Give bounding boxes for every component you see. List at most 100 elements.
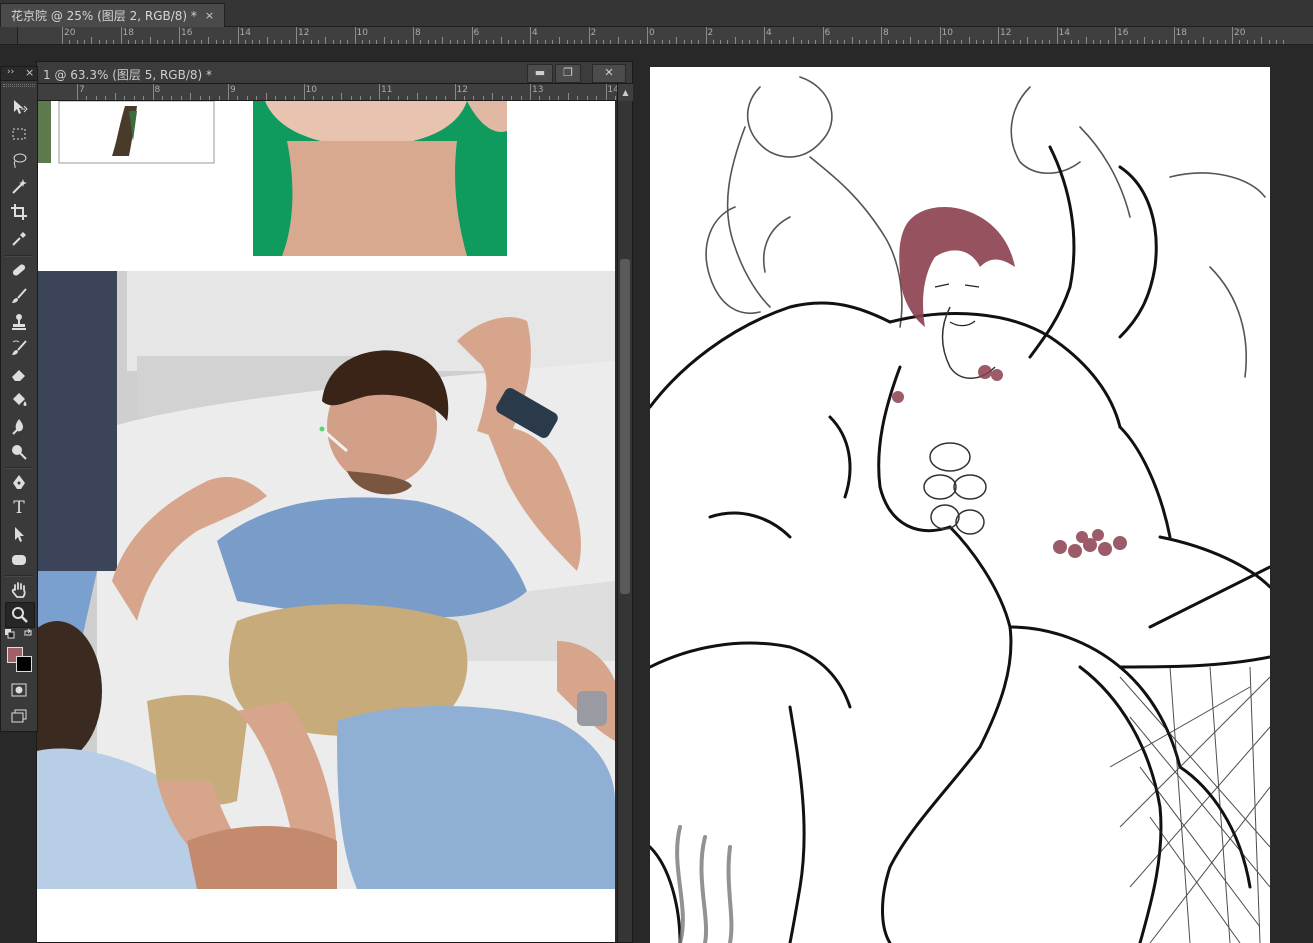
floating-document-window[interactable]: 1 @ 63.3% (图层 5, RGB/8) * ▬ ❐ ✕ 7 8 9 10 11 1… xyxy=(36,61,633,943)
ruler-tick xyxy=(281,40,283,44)
brush-icon xyxy=(12,288,27,303)
horizontal-ruler-main[interactable]: 20 18 16 14 12 10 8 6 4 2 0 2 4 6 8 10 12 14 16 18 20 xyxy=(18,27,1313,45)
ruler-tick xyxy=(171,40,173,44)
collapse-icon[interactable]: ›› xyxy=(7,67,14,77)
ruler-tick xyxy=(983,40,985,44)
default-colors-icon[interactable] xyxy=(5,629,15,639)
ruler-tick xyxy=(209,96,211,100)
floating-window-titlebar[interactable]: 1 @ 63.3% (图层 5, RGB/8) * ▬ ❐ ✕ xyxy=(37,62,632,84)
ruler-label: 16 xyxy=(1117,28,1129,38)
shape-tool[interactable] xyxy=(5,548,33,572)
ruler-label: 20 xyxy=(64,28,76,38)
ruler-label: 8 xyxy=(415,28,421,38)
horizontal-ruler-floating[interactable]: 7 8 9 10 11 12 13 14 xyxy=(37,84,621,101)
ruler-tick xyxy=(625,40,627,44)
ruler-tick xyxy=(133,96,135,100)
ruler-label: 10 xyxy=(305,85,317,95)
tools-panel-header[interactable]: ›› × xyxy=(1,66,37,81)
ruler-tick xyxy=(815,40,817,44)
close-window-button[interactable]: ✕ xyxy=(592,64,626,83)
ruler-tick xyxy=(388,96,390,100)
ruler-tick xyxy=(1210,40,1212,44)
restore-button[interactable]: ❐ xyxy=(555,64,581,83)
history-brush-tool[interactable] xyxy=(5,336,33,360)
ruler-label: 2 xyxy=(590,28,597,38)
ruler-label: 8 xyxy=(154,85,161,95)
magic-wand-tool[interactable] xyxy=(5,174,33,198)
blur-tool[interactable] xyxy=(5,414,33,438)
zoom-icon xyxy=(12,607,28,623)
ruler-tick xyxy=(341,93,343,100)
ruler-tick xyxy=(610,40,612,44)
document-tab-bar: 花京院 @ 25% (图层 2, RGB/8) * × xyxy=(0,0,1313,27)
ruler-tick xyxy=(1173,27,1175,44)
document-tab-main[interactable]: 花京院 @ 25% (图层 2, RGB/8) * × xyxy=(0,3,226,27)
ruler-tick xyxy=(339,40,341,44)
ruler-tick xyxy=(756,40,758,44)
ruler-tick xyxy=(426,96,428,100)
crop-tool[interactable] xyxy=(5,200,33,224)
ruler-tick xyxy=(676,37,678,44)
vertical-scrollbar[interactable]: ▲ xyxy=(617,84,633,942)
ruler-tick xyxy=(420,40,422,44)
zoom-tool[interactable] xyxy=(5,602,35,628)
ruler-label: 16 xyxy=(181,28,193,38)
ruler-tick xyxy=(312,96,314,100)
dodge-icon xyxy=(12,445,27,460)
ruler-tick xyxy=(127,40,129,44)
ruler-tick xyxy=(902,40,904,44)
ruler-tick xyxy=(851,37,853,44)
hand-tool[interactable] xyxy=(5,578,33,602)
scrollbar-thumb[interactable] xyxy=(620,259,630,594)
ruler-tick xyxy=(454,84,456,100)
ruler-tick xyxy=(208,37,210,44)
document-tab-close-button[interactable]: × xyxy=(205,9,214,22)
path-selection-tool[interactable] xyxy=(5,522,33,546)
dodge-tool[interactable] xyxy=(5,440,33,464)
eyedropper-tool[interactable] xyxy=(5,227,33,251)
eraser-tool[interactable] xyxy=(5,362,33,386)
ruler-tick xyxy=(690,40,692,44)
scroll-up-arrow-icon[interactable]: ▲ xyxy=(618,84,633,101)
ruler-tick xyxy=(1188,40,1190,44)
pen-tool[interactable] xyxy=(5,470,33,494)
ruler-tick xyxy=(1180,40,1182,44)
ruler-label: 12 xyxy=(456,85,468,95)
ruler-label: 8 xyxy=(883,28,889,38)
ruler-corner[interactable] xyxy=(0,27,18,45)
ruler-tick xyxy=(157,40,159,44)
ruler-tick xyxy=(275,96,277,100)
ruler-tick xyxy=(961,40,963,44)
minimize-button[interactable]: ▬ xyxy=(527,64,553,83)
ruler-tick xyxy=(705,27,707,44)
lasso-tool[interactable] xyxy=(5,148,33,172)
screen-mode-button[interactable] xyxy=(5,704,33,728)
ruler-tick xyxy=(639,40,641,44)
background-color-swatch[interactable] xyxy=(16,656,32,672)
panel-close-icon[interactable]: × xyxy=(25,66,34,79)
ruler-tick xyxy=(218,96,220,100)
clone-stamp-tool[interactable] xyxy=(5,310,33,334)
swap-colors-icon[interactable] xyxy=(23,628,33,638)
reference-canvas[interactable] xyxy=(37,101,615,942)
ruler-tick xyxy=(537,40,539,44)
ruler-tick xyxy=(288,40,290,44)
ruler-tick xyxy=(391,40,393,44)
move-tool[interactable] xyxy=(5,95,33,119)
ruler-tick xyxy=(539,96,541,100)
quick-mask-button[interactable] xyxy=(5,678,33,702)
type-tool[interactable]: T xyxy=(5,496,33,520)
ruler-tick xyxy=(186,40,188,44)
ruler-tick xyxy=(1166,40,1168,44)
ruler-tick xyxy=(259,40,261,44)
ruler-tick xyxy=(727,40,729,44)
healing-brush-tool[interactable] xyxy=(5,258,33,282)
panel-grip[interactable] xyxy=(3,84,35,87)
ruler-tick xyxy=(1261,37,1263,44)
sketch-canvas[interactable] xyxy=(650,67,1270,943)
paint-bucket-tool[interactable] xyxy=(5,388,33,412)
ruler-tick xyxy=(246,96,248,100)
ruler-tick xyxy=(265,93,267,100)
brush-tool[interactable] xyxy=(5,284,33,308)
marquee-tool[interactable] xyxy=(5,122,33,146)
